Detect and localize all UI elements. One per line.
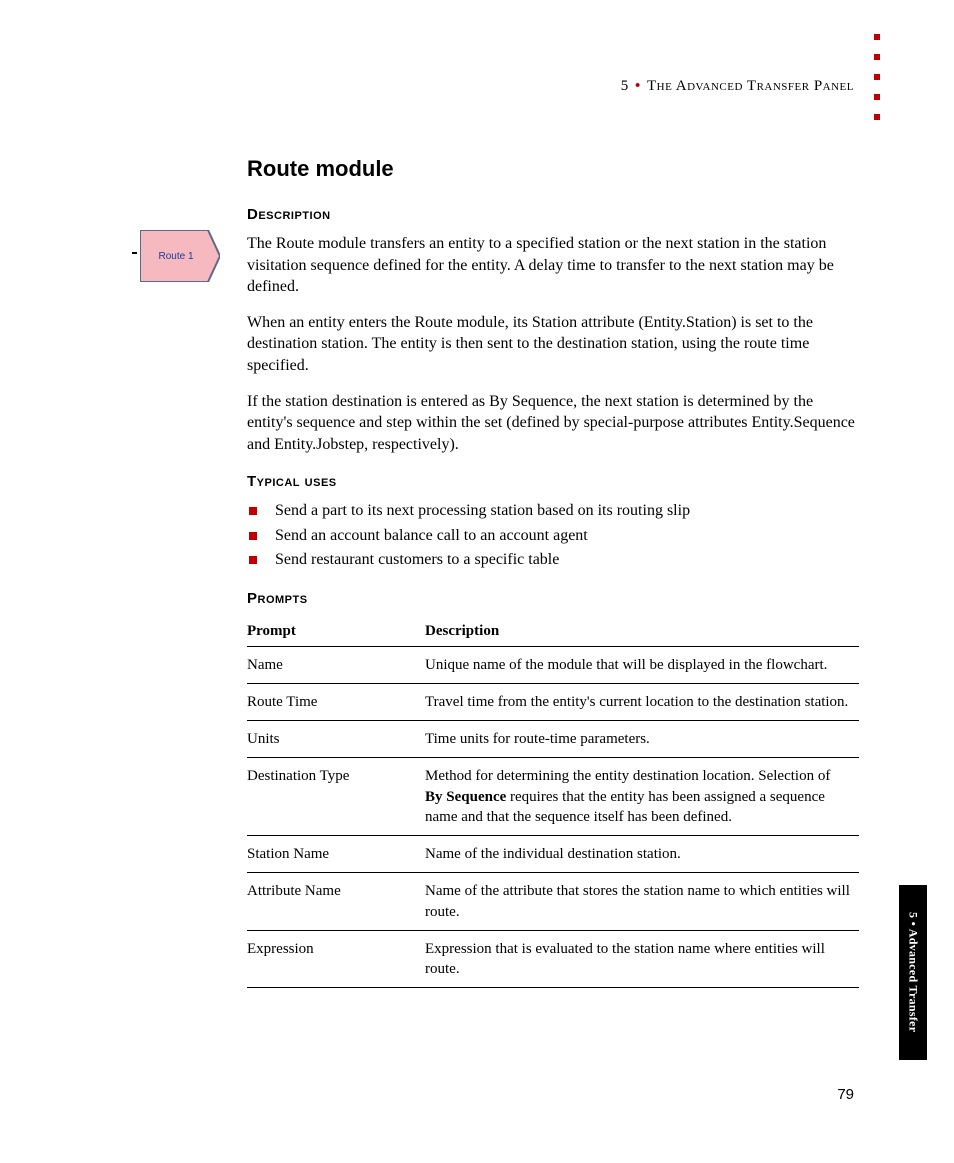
description-paragraph: If the station destination is entered as… <box>247 391 859 456</box>
page: 5 • The Advanced Transfer Panel Route 1 … <box>0 0 954 1163</box>
desc-cell: Name of the individual destination stati… <box>425 836 859 873</box>
desc-cell: Expression that is evaluated to the stat… <box>425 930 859 988</box>
prompt-cell: Expression <box>247 930 425 988</box>
desc-cell: Time units for route-time parameters. <box>425 721 859 758</box>
table-row: Destination Type Method for determining … <box>247 758 859 836</box>
description-heading: Description <box>247 206 859 223</box>
dot-icon <box>874 34 880 40</box>
page-header: 5 • The Advanced Transfer Panel <box>621 78 854 95</box>
dot-icon <box>874 54 880 60</box>
dot-icon <box>874 114 880 120</box>
description-paragraph: When an entity enters the Route module, … <box>247 312 859 377</box>
prompt-cell: Destination Type <box>247 758 425 836</box>
table-row: Station Name Name of the individual dest… <box>247 836 859 873</box>
prompt-cell: Units <box>247 721 425 758</box>
table-row: Expression Expression that is evaluated … <box>247 930 859 988</box>
table-header-description: Description <box>425 617 859 647</box>
table-row: Units Time units for route-time paramete… <box>247 721 859 758</box>
header-separator: • <box>633 78 643 94</box>
module-icon-label: Route 1 <box>140 230 212 282</box>
table-row: Route Time Travel time from the entity's… <box>247 683 859 720</box>
desc-text-bold: By Sequence <box>425 789 506 805</box>
prompts-heading: Prompts <box>247 590 859 607</box>
typical-uses-list: Send a part to its next processing stati… <box>247 500 859 571</box>
desc-cell: Unique name of the module that will be d… <box>425 646 859 683</box>
desc-cell: Name of the attribute that stores the st… <box>425 873 859 931</box>
desc-text-pre: Method for determining the entity destin… <box>425 768 830 784</box>
desc-cell: Travel time from the entity's current lo… <box>425 683 859 720</box>
chapter-side-tab: 5 • Advanced Transfer <box>899 885 927 1060</box>
list-item: Send an account balance call to an accou… <box>247 525 859 547</box>
page-number: 79 <box>837 1086 854 1103</box>
list-item: Send restaurant customers to a specific … <box>247 549 859 571</box>
page-title: Route module <box>247 156 859 182</box>
dot-icon <box>874 94 880 100</box>
content-area: Route module Description The Route modul… <box>247 156 859 988</box>
decorative-dot-column <box>874 34 880 120</box>
prompt-cell: Attribute Name <box>247 873 425 931</box>
chapter-title: The Advanced Transfer Panel <box>647 78 854 94</box>
table-row: Name Unique name of the module that will… <box>247 646 859 683</box>
typical-uses-heading: Typical uses <box>247 473 859 490</box>
desc-cell: Method for determining the entity destin… <box>425 758 859 836</box>
table-header-prompt: Prompt <box>247 617 425 647</box>
table-row: Attribute Name Name of the attribute tha… <box>247 873 859 931</box>
prompt-cell: Name <box>247 646 425 683</box>
dot-icon <box>874 74 880 80</box>
prompt-cell: Station Name <box>247 836 425 873</box>
list-item: Send a part to its next processing stati… <box>247 500 859 522</box>
prompts-table: Prompt Description Name Unique name of t… <box>247 617 859 989</box>
prompt-cell: Route Time <box>247 683 425 720</box>
connector-tick-icon <box>132 252 137 254</box>
description-paragraph: The Route module transfers an entity to … <box>247 233 859 298</box>
chapter-number: 5 <box>621 78 629 94</box>
module-icon: Route 1 <box>140 230 220 282</box>
